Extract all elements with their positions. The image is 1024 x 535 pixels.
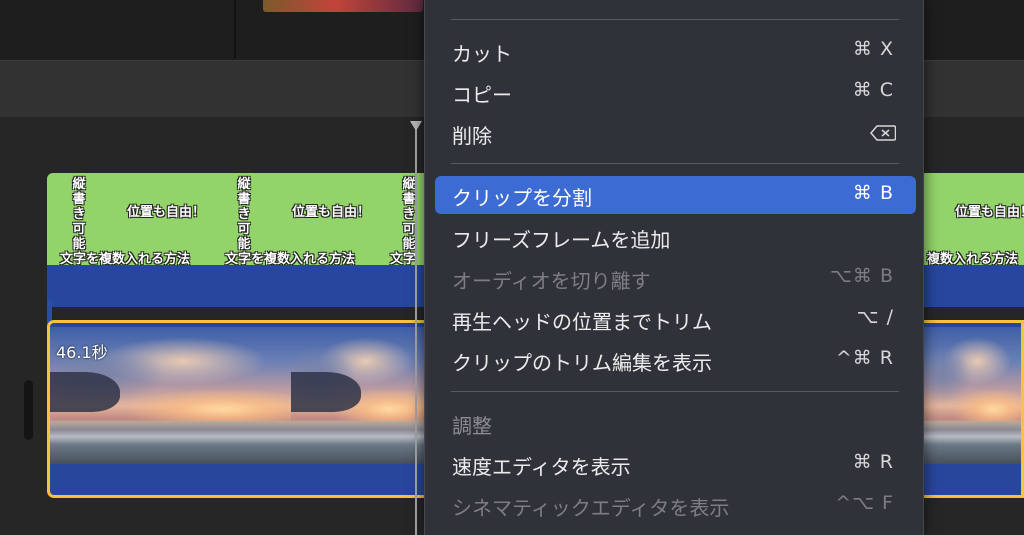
menu-item-show-clip-trimmer[interactable]: クリップのトリム編集を表示 ^⌘ R (435, 341, 916, 379)
title-position-text: 位置も自由！ (292, 205, 371, 220)
menu-item-shortcut: ⌘ C (852, 79, 894, 101)
menu-item-label: シネマティックエディタを表示 (452, 496, 730, 520)
video-clip-selected[interactable]: 46.1秒 (47, 320, 427, 498)
menu-item-shortcut: ⌘ B (852, 182, 894, 204)
menu-item-delete[interactable]: 削除 (435, 114, 916, 152)
menu-item-detach-audio[interactable]: オーディオを切り離す ⌥⌘ B (435, 259, 916, 297)
menu-item-shortcut: ⌥⌘ B (830, 265, 894, 287)
title-position-text: 位置も自由！ (127, 205, 206, 220)
title-clip[interactable]: 縦書き可能 位置も自由！ 縦書き可能 位置も自由！ 縦書き可能 文字を複数入れる… (47, 173, 425, 265)
menu-item-label: クリップを分割 (452, 186, 592, 210)
title-position-text: 位置も自由！ (955, 205, 1024, 220)
audio-band (924, 265, 1024, 307)
menu-item-label: フリーズフレームを追加 (452, 228, 671, 252)
title-bottom-text: 文字 (390, 252, 417, 265)
viewer-thumbnail (263, 0, 423, 12)
menu-item-label: 削除 (452, 124, 492, 148)
clip-thumbnail (924, 327, 1021, 464)
menu-item-shortcut: ⌘ X (852, 38, 894, 60)
title-bottom-text: 複数入れる方法 (927, 252, 1019, 265)
title-bottom-text: 文字を複数入れる方法 (60, 252, 191, 265)
viewer-divider (234, 0, 236, 58)
playhead[interactable] (415, 128, 417, 535)
menu-item-add-freeze-frame[interactable]: フリーズフレームを追加 (435, 218, 916, 256)
clip-duration: 46.1秒 (56, 343, 108, 362)
menu-item-label: オーディオを切り離す (452, 269, 651, 293)
audio-band (47, 265, 425, 307)
title-vertical-text: 縦書き可能 (72, 177, 86, 252)
title-clip[interactable]: 位置も自由！ 複数入れる方法 (924, 173, 1024, 265)
menu-item-show-speed-editor[interactable]: 速度エディタを表示 ⌘ R (435, 445, 916, 483)
menu-separator (451, 163, 899, 164)
menu-item-copy[interactable]: コピー ⌘ C (435, 73, 916, 111)
menu-separator (451, 391, 899, 392)
title-vertical-text: 縦書き可能 (237, 177, 251, 252)
timeline-zoom-handle[interactable] (24, 380, 33, 440)
menu-item-label: カット (452, 42, 512, 66)
menu-item-cut[interactable]: カット ⌘ X (435, 32, 916, 70)
menu-item-label: コピー (452, 83, 512, 107)
menu-item-show-cinematic-editor[interactable]: シネマティックエディタを表示 ^⌥ F (435, 486, 916, 524)
menu-item-trim-to-playhead[interactable]: 再生ヘッドの位置までトリム ⌥ / (435, 300, 916, 338)
delete-backward-icon (870, 125, 896, 141)
menu-section-header: 調整 (452, 414, 492, 438)
video-clip-selected[interactable] (924, 320, 1024, 498)
menu-item-label: クリップのトリム編集を表示 (452, 351, 712, 375)
menu-separator (451, 19, 899, 20)
context-menu: カット ⌘ X コピー ⌘ C 削除 クリップを分割 ⌘ B フリーズフレームを… (424, 0, 924, 535)
menu-item-label: 再生ヘッドの位置までトリム (452, 310, 712, 334)
title-bottom-text: 文字を複数入れる方法 (225, 252, 356, 265)
menu-item-shortcut: ⌘ R (852, 451, 894, 473)
clip-thumbnail (291, 327, 427, 464)
menu-item-split-clip[interactable]: クリップを分割 ⌘ B (435, 176, 916, 214)
menu-item-label: 速度エディタを表示 (452, 455, 631, 479)
menu-item-shortcut: ^⌘ R (835, 347, 894, 369)
menu-item-shortcut: ⌥ / (856, 306, 894, 328)
menu-item-shortcut: ^⌥ F (835, 492, 894, 514)
playhead-marker[interactable] (410, 121, 422, 131)
